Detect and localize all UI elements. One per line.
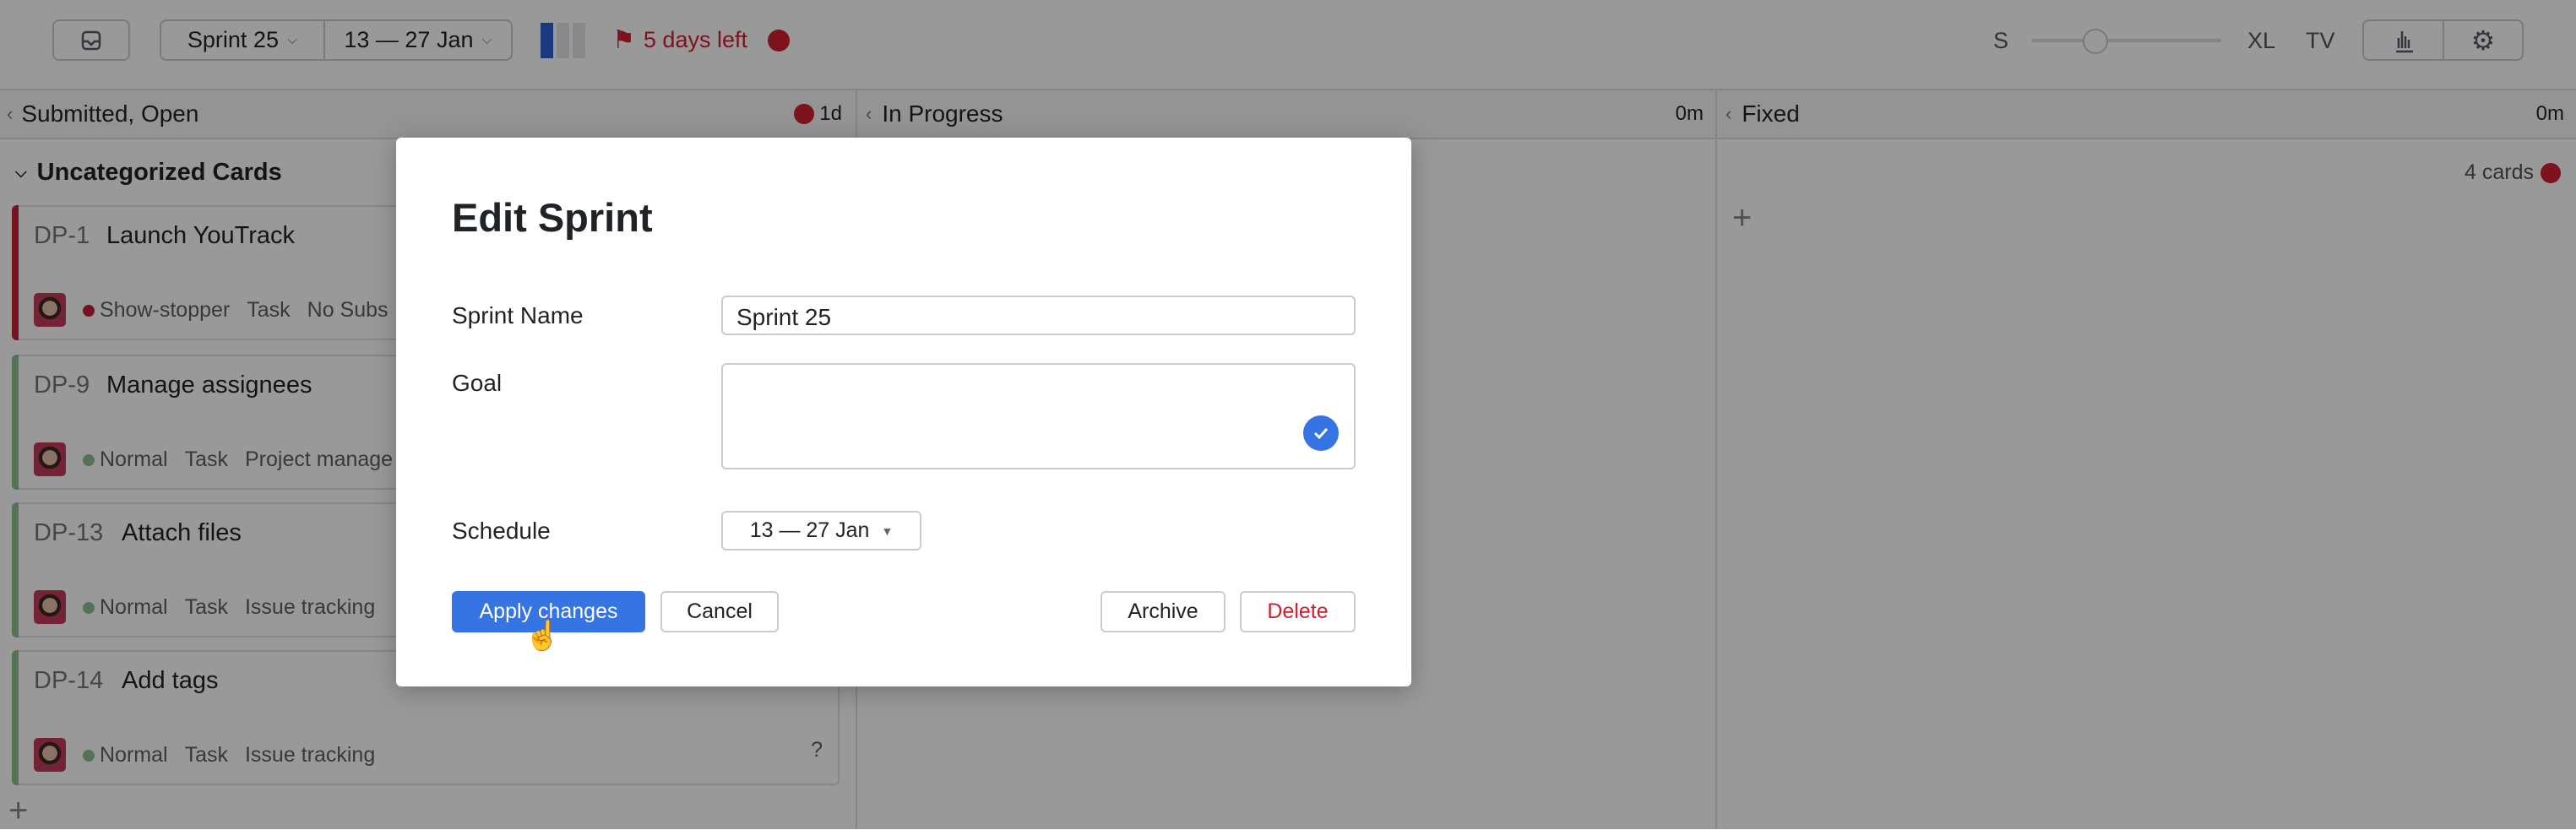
hand-cursor-icon: ☝	[524, 620, 561, 652]
schedule-dropdown[interactable]: 13 — 27 Jan ▼	[721, 511, 921, 551]
goal-textarea[interactable]	[721, 363, 1356, 469]
archive-button[interactable]: Archive	[1101, 591, 1226, 632]
goal-label: Goal	[452, 370, 503, 396]
sprint-name-input[interactable]: Sprint 25	[721, 296, 1356, 335]
delete-button[interactable]: Delete	[1240, 591, 1356, 632]
caret-down-icon: ▼	[881, 523, 894, 538]
schedule-label: Schedule	[452, 518, 551, 544]
dialog-title: Edit Sprint	[452, 195, 653, 240]
checkmark-icon[interactable]	[1303, 415, 1339, 451]
cancel-button[interactable]: Cancel	[660, 591, 779, 632]
sprint-name-label: Sprint Name	[452, 302, 584, 328]
edit-sprint-dialog: Edit Sprint Sprint Name Sprint 25 Goal S…	[396, 138, 1411, 686]
